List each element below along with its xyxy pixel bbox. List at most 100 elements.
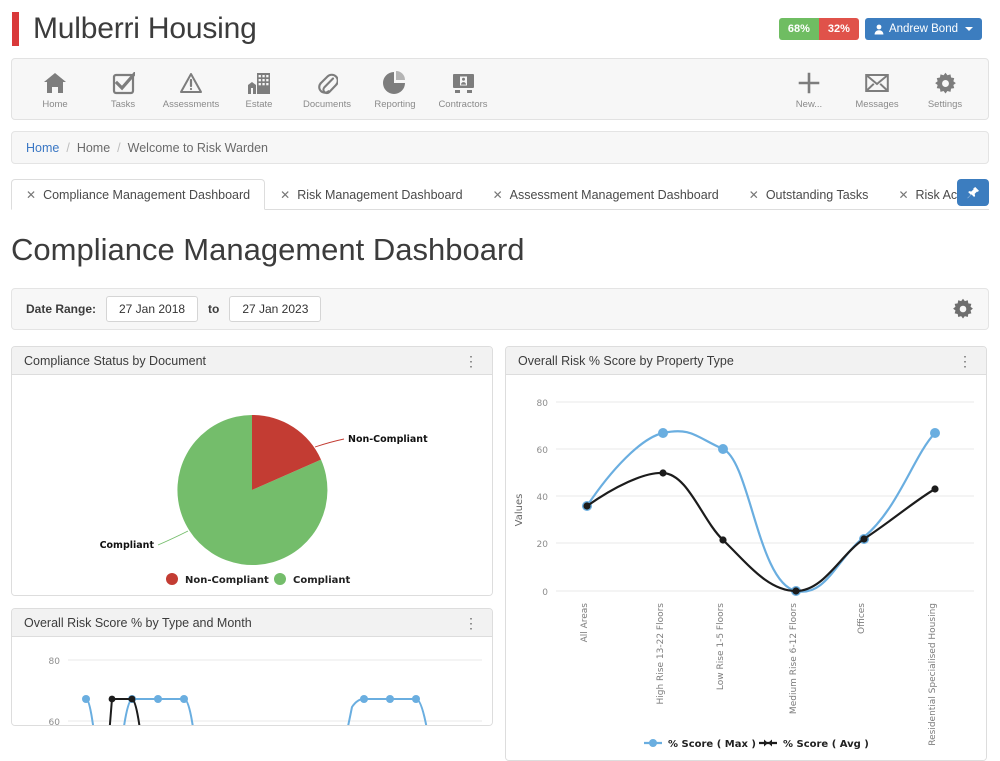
panel-options-menu-icon[interactable]: ⋮ (462, 354, 480, 368)
data-point (860, 535, 867, 542)
close-icon[interactable]: ✕ (749, 189, 759, 201)
legend-swatch-non-compliant (166, 573, 178, 585)
y-axis-tick: 40 (537, 493, 549, 503)
toolbar-item-documents[interactable]: Documents (294, 68, 360, 110)
legend-label-compliant: Compliant (293, 575, 351, 586)
x-axis-tick: Medium Rise 6-12 Floors (789, 603, 799, 714)
data-point (386, 695, 394, 703)
panel-compliance-status-by-document: Compliance Status by Document ⋮ Non-Comp… (11, 346, 493, 596)
contractor-card-icon (452, 70, 475, 96)
toolbar-label: New... (796, 99, 822, 110)
toolbar-item-estate[interactable]: Estate (226, 68, 292, 110)
toolbar-label: Tasks (111, 99, 135, 110)
panel-body: 80 60 (12, 637, 492, 725)
data-point (360, 695, 368, 703)
data-point (718, 444, 728, 454)
chevron-down-icon (965, 27, 973, 31)
breadcrumb-item-home[interactable]: Home (77, 141, 110, 155)
close-icon[interactable]: ✕ (26, 189, 36, 201)
data-point (109, 696, 116, 703)
panel-body: Non-Compliant Compliant Non-Compliant Co… (12, 375, 492, 595)
toolbar-item-new[interactable]: New... (776, 68, 842, 110)
y-axis-tick: 80 (49, 657, 61, 667)
toolbar-item-contractors[interactable]: Contractors (430, 68, 496, 110)
tab-label: Risk Management Dashboard (297, 188, 462, 202)
paperclip-icon (316, 70, 338, 96)
panel-options-menu-icon[interactable]: ⋮ (462, 616, 480, 630)
toolbar-item-home[interactable]: Home (22, 68, 88, 110)
breadcrumb: Home / Home / Welcome to Risk Warden (11, 131, 989, 164)
app-header: Mulberri Housing 68% 32% Andrew Bond (0, 0, 1000, 58)
close-icon[interactable]: ✕ (280, 189, 290, 201)
score-badge-red: 32% (819, 18, 859, 40)
tab-compliance-management-dashboard[interactable]: ✕ Compliance Management Dashboard (11, 179, 265, 210)
toolbar-right-group: New... Messages Settings (776, 68, 978, 110)
x-axis-tick: Low Rise 1-5 Floors (716, 603, 726, 690)
panel-title: Overall Risk % Score by Property Type (518, 354, 734, 368)
toolbar-item-messages[interactable]: Messages (844, 68, 910, 110)
date-to-input[interactable]: 27 Jan 2023 (229, 296, 321, 322)
close-icon[interactable]: ✕ (898, 189, 908, 201)
tab-assessment-management-dashboard[interactable]: ✕ Assessment Management Dashboard (478, 179, 734, 210)
panel-options-menu-icon[interactable]: ⋮ (956, 354, 974, 368)
warning-triangle-icon (179, 70, 203, 96)
legend-swatch-score-max (649, 739, 657, 747)
main-icon-toolbar: Home Tasks Assessments (11, 58, 989, 120)
tab-outstanding-tasks[interactable]: ✕ Outstanding Tasks (734, 179, 884, 210)
panel-overall-risk-score-by-type-and-month: Overall Risk Score % by Type and Month ⋮… (11, 608, 493, 726)
toolbar-label: Documents (303, 99, 351, 110)
toolbar-item-tasks[interactable]: Tasks (90, 68, 156, 110)
dashboard-column-left: Compliance Status by Document ⋮ Non-Comp… (11, 346, 493, 726)
data-point (931, 485, 938, 492)
data-point (154, 695, 162, 703)
data-point (659, 469, 666, 476)
panel-body: Values 80 60 40 20 0 (506, 375, 986, 760)
y-axis-tick: 60 (537, 446, 549, 456)
toolbar-item-assessments[interactable]: Assessments (158, 68, 224, 110)
panel-header: Overall Risk Score % by Type and Month ⋮ (12, 609, 492, 637)
score-badges: 68% 32% (779, 18, 859, 40)
envelope-icon (865, 70, 889, 96)
pushpin-icon (966, 186, 980, 200)
brand: Mulberri Housing (0, 12, 257, 46)
pie-chart-icon (383, 70, 407, 96)
legend-swatch-score-avg (764, 740, 772, 747)
legend-label-score-max: % Score ( Max ) (668, 739, 756, 750)
gear-icon (934, 70, 957, 96)
close-icon[interactable]: ✕ (493, 189, 503, 201)
brand-title: Mulberri Housing (33, 12, 257, 46)
x-axis-tick: All Areas (580, 603, 590, 643)
breadcrumb-link-home[interactable]: Home (26, 141, 59, 155)
toolbar-label: Assessments (163, 99, 220, 110)
filter-bar: Date Range: 27 Jan 2018 to 27 Jan 2023 (11, 288, 989, 330)
user-icon (874, 24, 884, 35)
home-icon (43, 70, 67, 96)
panel-header: Compliance Status by Document ⋮ (12, 347, 492, 375)
series-line-score-max (587, 431, 935, 591)
data-point (82, 695, 90, 703)
panel-overall-risk-score-by-property-type: Overall Risk % Score by Property Type ⋮ … (505, 346, 987, 761)
dashboard-settings-gear-icon[interactable] (952, 298, 974, 320)
risk-score-by-property-type-chart: Values 80 60 40 20 0 (506, 375, 986, 760)
toolbar-label: Messages (855, 99, 898, 110)
legend-label-non-compliant: Non-Compliant (185, 575, 269, 586)
toolbar-item-settings[interactable]: Settings (912, 68, 978, 110)
y-axis-title: Values (514, 494, 525, 527)
date-from-input[interactable]: 27 Jan 2018 (106, 296, 198, 322)
data-point (930, 428, 940, 438)
dashboard-grid: Compliance Status by Document ⋮ Non-Comp… (11, 346, 989, 761)
tab-label: Assessment Management Dashboard (510, 188, 719, 202)
legend-label-score-avg: % Score ( Avg ) (783, 739, 869, 750)
date-range-label: Date Range: (26, 302, 96, 316)
data-point (412, 695, 420, 703)
data-point (792, 587, 799, 594)
panel-header: Overall Risk % Score by Property Type ⋮ (506, 347, 986, 375)
data-point (583, 502, 590, 509)
pin-dashboard-button[interactable] (957, 179, 989, 206)
tab-risk-management-dashboard[interactable]: ✕ Risk Management Dashboard (265, 179, 477, 210)
toolbar-item-reporting[interactable]: Reporting (362, 68, 428, 110)
toolbar-left-group: Home Tasks Assessments (22, 68, 496, 110)
y-axis-tick: 80 (537, 399, 549, 409)
user-menu-button[interactable]: Andrew Bond (865, 18, 982, 40)
y-axis-tick: 60 (49, 718, 61, 725)
